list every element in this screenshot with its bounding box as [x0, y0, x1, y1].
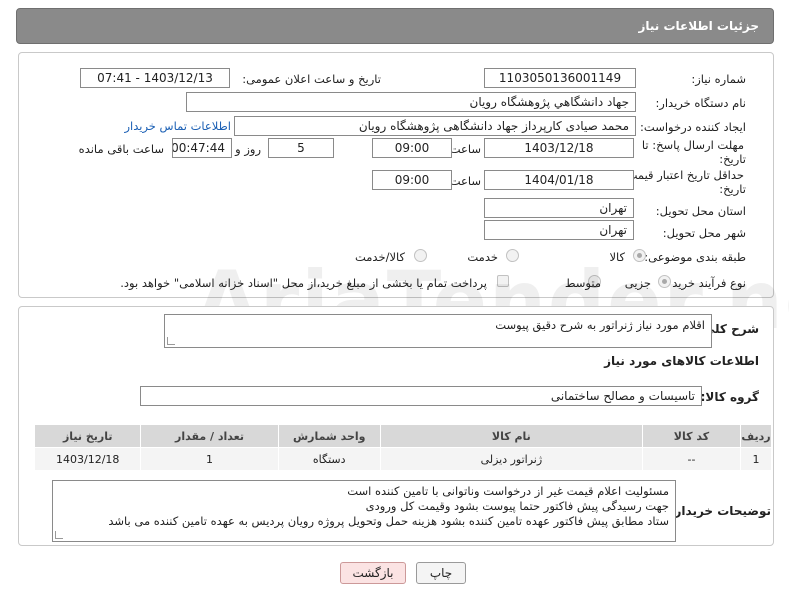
- col-row: ردیف: [740, 424, 772, 448]
- buyer-org-label: نام دستگاه خریدار:: [655, 96, 746, 110]
- days-label: روز و: [235, 142, 261, 156]
- cell-unit: دستگاه: [277, 447, 381, 471]
- province-field[interactable]: تهران: [484, 198, 634, 218]
- deadline-time-field[interactable]: 09:00: [372, 138, 452, 158]
- resize-handle-icon[interactable]: [55, 531, 63, 539]
- need-number-label: شماره نیاز:: [691, 72, 746, 86]
- validity-time-field[interactable]: 09:00: [372, 170, 452, 190]
- treasury-payment-note: پرداخت تمام یا بخشی از مبلغ خرید،از محل …: [120, 276, 487, 290]
- cell-date: 1403/12/18: [33, 447, 142, 471]
- city-field[interactable]: تهران: [484, 220, 634, 240]
- remaining-time-field[interactable]: 00:47:44: [172, 138, 232, 158]
- deadline-time-label: ساعت: [449, 142, 481, 156]
- category-radio-goods[interactable]: [633, 249, 646, 262]
- cell-code: --: [641, 447, 742, 471]
- category-option-goods: کالا: [609, 250, 625, 264]
- col-code: کد کالا: [641, 424, 742, 448]
- validity-date-field[interactable]: 1404/01/18: [484, 170, 634, 190]
- process-option-minor: جزیی: [624, 276, 651, 290]
- page-title: جزئیات اطلاعات نیاز: [638, 19, 759, 33]
- deadline-date-field[interactable]: 1403/12/18: [484, 138, 634, 158]
- description-textarea[interactable]: اقلام مورد نیاز ژنراتور به شرح دقیق پیوس…: [164, 314, 712, 348]
- days-field[interactable]: 5: [268, 138, 334, 158]
- cell-row: 1: [740, 447, 772, 471]
- remaining-label: ساعت باقی مانده: [78, 142, 164, 156]
- deadline-label-date: تاریخ:: [719, 152, 746, 166]
- print-button[interactable]: چاپ: [416, 562, 466, 584]
- treasury-payment-checkbox[interactable]: [497, 275, 509, 287]
- resize-handle-icon[interactable]: [167, 337, 175, 345]
- col-unit: واحد شمارش: [277, 424, 381, 448]
- category-option-service: خدمت: [467, 250, 498, 264]
- cell-qty: 1: [140, 447, 279, 471]
- buyer-notes-line: جهت رسیدگی پیش فاکتور حتما پیوست بشود وق…: [365, 499, 669, 513]
- table-row[interactable]: 1 -- ژنراتور دیزلی دستگاه 1 1403/12/18: [33, 447, 772, 471]
- buyer-notes-line: ستاد مطابق پیش فاکتور عهده تامین کننده ب…: [108, 514, 669, 528]
- validity-time-label: ساعت: [449, 174, 481, 188]
- description-text: اقلام مورد نیاز ژنراتور به شرح دقیق پیوس…: [495, 318, 705, 332]
- buyer-notes-label: توضیحات خریدار:: [669, 504, 771, 518]
- validity-label-date: تاریخ:: [719, 182, 746, 196]
- col-name: نام کالا: [379, 424, 643, 448]
- col-qty: تعداد / مقدار: [140, 424, 279, 448]
- process-radio-minor[interactable]: [658, 275, 671, 288]
- buyer-notes-line: مسئولیت اعلام قیمت غیر از درخواست وناتوا…: [347, 484, 669, 498]
- requester-label: ایجاد کننده درخواست:: [640, 120, 746, 134]
- goods-section-title: اطلاعات کالاهای مورد نیاز: [604, 354, 759, 368]
- announce-field[interactable]: 1403/12/13 - 07:41: [80, 68, 230, 88]
- category-radio-service[interactable]: [506, 249, 519, 262]
- back-button[interactable]: بازگشت: [340, 562, 406, 584]
- announce-label: تاریخ و ساعت اعلان عمومی:: [242, 72, 381, 86]
- category-option-both: کالا/خدمت: [354, 250, 405, 264]
- contact-buyer-link[interactable]: اطلاعات تماس خریدار: [124, 119, 231, 133]
- goods-table-header: ردیف کد کالا نام کالا واحد شمارش تعداد /…: [33, 424, 772, 448]
- requester-field[interactable]: محمد صیادی کارپرداز جهاد دانشگاهی پژوهشگ…: [234, 116, 636, 136]
- process-option-medium: متوسط: [564, 276, 601, 290]
- col-date: تاریخ نیاز: [33, 424, 142, 448]
- goods-group-label: گروه کالا:: [700, 390, 759, 404]
- buyer-notes-textarea[interactable]: مسئولیت اعلام قیمت غیر از درخواست وناتوا…: [52, 480, 676, 542]
- deadline-label: مهلت ارسال پاسخ: تا: [641, 138, 744, 152]
- cell-name: ژنراتور دیزلی: [379, 447, 643, 471]
- goods-group-field[interactable]: تاسیسات و مصالح ساختمانی: [140, 386, 702, 406]
- page-header: جزئیات اطلاعات نیاز: [16, 8, 774, 44]
- buyer-org-field[interactable]: جهاد دانشگاهي پژوهشگاه رويان: [186, 92, 636, 112]
- need-number-field[interactable]: 1103050136001149: [484, 68, 636, 88]
- province-label: استان محل تحویل:: [655, 204, 746, 218]
- category-radio-both[interactable]: [414, 249, 427, 262]
- process-label: نوع فرآیند خرید :: [664, 276, 746, 290]
- goods-table: ردیف کد کالا نام کالا واحد شمارش تعداد /…: [33, 424, 772, 471]
- city-label: شهر محل تحویل:: [662, 226, 746, 240]
- category-label: طبقه بندی موضوعی:: [644, 250, 746, 264]
